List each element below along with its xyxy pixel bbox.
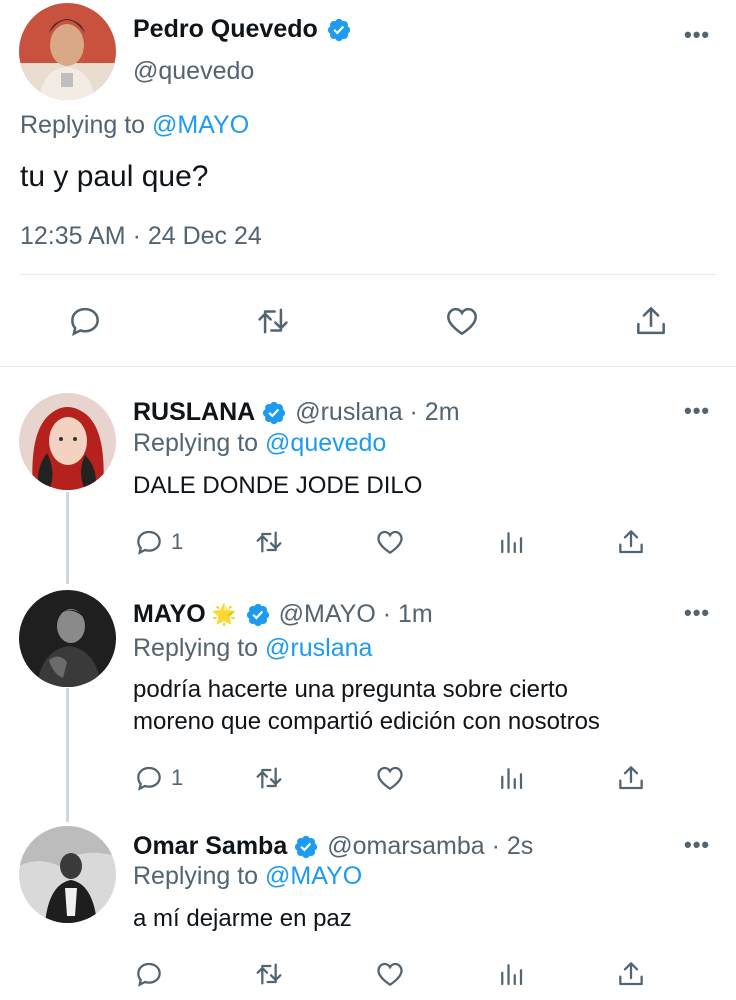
star-emoji-icon: 🌟 <box>211 604 237 626</box>
reply-icon <box>71 307 99 336</box>
tweet-text: tu y paul que? <box>20 160 209 193</box>
tweet-text-line: DALE DONDE JODE DILO <box>133 472 423 499</box>
verified-badge-icon <box>327 18 350 41</box>
replying-to: Replying to @MAYO <box>20 111 249 140</box>
author-name[interactable]: Pedro Quevedo <box>133 15 352 44</box>
like-icon <box>377 962 403 986</box>
more-icon[interactable]: ••• <box>684 22 710 48</box>
more-icon[interactable]: ••• <box>684 398 710 424</box>
verified-badge-icon <box>246 603 269 626</box>
tweet-text: a mí dejarme en paz <box>133 903 352 935</box>
reply-count: 1 <box>171 765 184 790</box>
verified-badge-icon <box>263 401 286 424</box>
reply-icon <box>137 962 161 987</box>
replying-to: Replying to @MAYO <box>133 862 362 891</box>
replying-to-prefix: Replying to <box>133 634 259 662</box>
avatar[interactable] <box>19 826 116 923</box>
share-button[interactable] <box>632 302 670 340</box>
author-handle[interactable]: @omarsamba · 2s <box>327 832 533 861</box>
share-icon <box>637 307 665 335</box>
retweet-icon <box>256 531 282 553</box>
retweet-icon <box>256 963 282 985</box>
retweet-button[interactable] <box>252 958 286 990</box>
author-handle[interactable]: @ruslana · 2m <box>295 398 459 427</box>
author-handle[interactable]: @MAYO · 1m <box>279 600 433 629</box>
replying-to: Replying to @ruslana <box>133 634 372 663</box>
replying-to-prefix: Replying to <box>133 862 259 890</box>
analytics-icon <box>501 964 523 986</box>
tweet-text: podría hacerte una pregunta sobre cierto… <box>133 674 600 738</box>
share-button[interactable] <box>615 762 647 794</box>
share-button[interactable] <box>615 958 647 990</box>
retweet-icon <box>258 308 288 334</box>
author-name[interactable]: RUSLANA <box>133 398 255 427</box>
replying-to-link[interactable]: @MAYO <box>152 111 249 139</box>
retweet-button[interactable] <box>252 762 286 794</box>
thread-line <box>66 688 69 822</box>
like-icon <box>447 307 477 336</box>
share-icon <box>619 962 643 986</box>
tweet-text-line: a mí dejarme en paz <box>133 905 352 932</box>
like-icon <box>377 530 403 554</box>
like-button[interactable] <box>374 526 406 558</box>
share-button[interactable] <box>615 526 647 558</box>
reply-header: MAYO 🌟 @MAYO · 1m <box>133 600 433 629</box>
retweet-button[interactable] <box>253 302 293 340</box>
reply-button[interactable]: 1 <box>133 526 183 558</box>
like-button[interactable] <box>374 958 406 990</box>
analytics-button[interactable] <box>496 958 526 990</box>
replying-to: Replying to @quevedo <box>133 429 386 458</box>
reply-button[interactable]: 1 <box>133 762 183 794</box>
tweet-text: DALE DONDE JODE DILO <box>133 470 422 502</box>
reply-button[interactable] <box>133 958 171 990</box>
author-handle[interactable]: @quevedo <box>133 57 254 86</box>
author-name[interactable]: Omar Samba <box>133 832 287 861</box>
reply-button[interactable] <box>66 302 104 340</box>
reply-icon <box>137 530 161 555</box>
main-tweet: Pedro Quevedo @quevedo ••• Replying to @… <box>0 0 736 366</box>
replying-to-prefix: Replying to <box>133 429 259 457</box>
avatar[interactable] <box>19 590 116 687</box>
replying-to-prefix: Replying to <box>20 111 146 139</box>
replying-to-link[interactable]: @ruslana <box>265 634 372 662</box>
section-divider <box>0 366 736 367</box>
like-icon <box>377 766 403 790</box>
reply-count: 1 <box>171 529 184 554</box>
analytics-button[interactable] <box>496 762 526 794</box>
thread-line <box>66 492 69 584</box>
verified-badge-icon <box>295 835 318 858</box>
more-icon[interactable]: ••• <box>684 832 710 858</box>
tweet-text-line: moreno que compartió edición con nosotro… <box>133 708 600 735</box>
share-icon <box>619 766 643 790</box>
reply-icon <box>137 766 161 791</box>
analytics-button[interactable] <box>496 526 526 558</box>
analytics-icon <box>501 532 523 554</box>
reply-header: RUSLANA @ruslana · 2m <box>133 398 460 427</box>
retweet-button[interactable] <box>252 526 286 558</box>
author-name-text: Pedro Quevedo <box>133 15 318 43</box>
like-button[interactable] <box>443 302 481 340</box>
avatar[interactable] <box>19 3 116 100</box>
replying-to-link[interactable]: @MAYO <box>265 862 362 890</box>
divider <box>20 274 717 275</box>
replying-to-link[interactable]: @quevedo <box>265 429 386 457</box>
retweet-icon <box>256 767 282 789</box>
analytics-icon <box>501 768 523 790</box>
tweet-timestamp[interactable]: 12:35 AM · 24 Dec 24 <box>20 222 262 251</box>
avatar[interactable] <box>19 393 116 490</box>
share-icon <box>619 530 643 554</box>
more-icon[interactable]: ••• <box>684 600 710 626</box>
author-name[interactable]: MAYO <box>133 600 206 629</box>
reply-header: Omar Samba @omarsamba · 2s <box>133 832 533 861</box>
tweet-text-line: podría hacerte una pregunta sobre cierto <box>133 676 568 703</box>
like-button[interactable] <box>374 762 406 794</box>
